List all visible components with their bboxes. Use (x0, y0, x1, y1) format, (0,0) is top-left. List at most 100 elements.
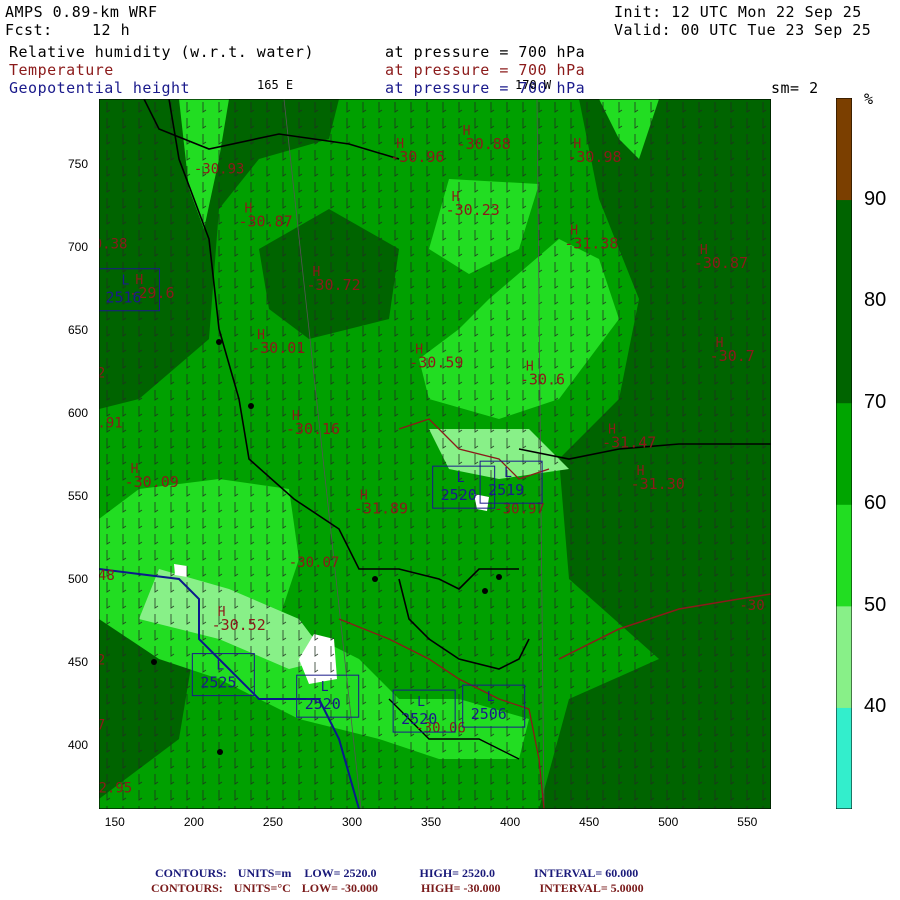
high-value: -31.47 (602, 433, 656, 451)
low-marker: L (121, 274, 129, 289)
high-value: -30.16 (286, 420, 340, 438)
footer-height-interval: INTERVAL= 60.000 (534, 866, 639, 880)
station-dot (216, 339, 222, 345)
footer-temp-label: CONTOURS: (151, 881, 223, 895)
high-value: -30.01 (251, 339, 305, 357)
high-value: -31.89 (354, 500, 408, 518)
temperature-label: -30.07 (99, 717, 105, 733)
station-dot (496, 574, 502, 580)
temperature-label: -30.38 (99, 236, 127, 252)
station-dot (151, 659, 157, 665)
rh-colorbar (836, 98, 852, 809)
low-marker: L (417, 695, 425, 710)
init-time: Init: 12 UTC Mon 22 Sep 25 (614, 3, 862, 21)
colorbar-segment (836, 199, 852, 302)
y-tick-label: 400 (68, 737, 89, 752)
footer-temp-high: HIGH= -30.000 (420, 881, 501, 895)
wind-barbs (99, 99, 771, 809)
high-value: -30.88 (457, 135, 511, 153)
map-plot: H-30.87H-29.6H-30.72H-30.01H-30.96H-30.8… (99, 99, 771, 809)
model-title: AMPS 0.89-km WRF (5, 3, 158, 21)
high-value: -31.38 (564, 234, 618, 252)
high-value: -30.23 (446, 201, 500, 219)
smoothing-label: sm= 2 (771, 79, 819, 97)
forecast-hours: 12 h (92, 21, 131, 39)
low-marker: L (504, 466, 512, 481)
temperature-label: -30.91 (99, 415, 123, 431)
x-tick-label: 200 (183, 815, 204, 829)
y-tick-label: 550 (68, 489, 89, 504)
lon-label-165e: 165 E (257, 78, 294, 92)
x-tick-label: 300 (341, 815, 363, 829)
footer-height-label: CONTOURS: (155, 866, 227, 880)
temperature-label: -30.02 (99, 366, 105, 382)
high-value: -30.72 (306, 276, 360, 294)
colorbar-level-label: 60 (864, 492, 887, 515)
colorbar-unit: % (864, 90, 874, 108)
low-value: 2525 (200, 674, 236, 692)
x-tick-label: 550 (737, 815, 758, 829)
high-value: -30.52 (212, 616, 266, 634)
y-tick-label: 600 (68, 406, 89, 421)
y-tick-label: 750 (68, 157, 89, 172)
low-marker: L (457, 471, 465, 486)
footer-height-contours: CONTOURS: UNITS=m LOW= 2520.0 HIGH= 2520… (155, 866, 638, 881)
low-marker: L (321, 680, 329, 695)
y-tick-label: 500 (68, 572, 89, 587)
colorbar-segment (836, 504, 852, 607)
high-value: -30.7 (710, 347, 755, 365)
high-value: -30.59 (409, 354, 463, 372)
field-height-level: at pressure = 700 hPa (385, 79, 586, 97)
colorbar-level-label: 90 (864, 187, 887, 210)
footer-temp-contours: CONTOURS: UNITS=°C LOW= -30.000 HIGH= -3… (151, 881, 644, 896)
high-value: -30.87 (238, 213, 292, 231)
x-tick-label: 500 (658, 815, 679, 829)
station-dot (248, 403, 254, 409)
field-height-name: Geopotential height (9, 79, 191, 97)
footer-height-high: HIGH= 2520.0 (419, 866, 496, 880)
high-value: -30.98 (567, 148, 621, 166)
temperature-label: -32.95 (99, 780, 132, 796)
colorbar-level-label: 40 (864, 695, 887, 718)
lon-label-170w: 170 W (515, 78, 552, 92)
footer-height-low: LOW= 2520.0 (304, 866, 377, 880)
footer-temp-interval: INTERVAL= 5.0000 (539, 881, 644, 895)
high-value: -30.96 (390, 148, 444, 166)
low-value: 2519 (488, 481, 524, 499)
x-tick-label: 150 (104, 815, 125, 829)
station-dot (372, 576, 378, 582)
field-temp-name: Temperature (9, 61, 114, 79)
colorbar-segment (836, 707, 852, 809)
x-tick-label: 400 (500, 815, 521, 829)
x-tick-label: 350 (421, 815, 442, 829)
x-tick-label: 450 (579, 815, 600, 829)
valid-time: Valid: 00 UTC Tue 23 Sep 25 (614, 21, 872, 39)
high-value: -30.6 (520, 370, 565, 388)
temperature-label: -30.93 (194, 162, 245, 178)
colorbar-level-label: 80 (864, 289, 887, 312)
temperature-label: -30.42 (99, 653, 105, 669)
forecast-label: Fcst: (5, 21, 53, 39)
high-value: -30.87 (694, 254, 748, 272)
colorbar-segment (836, 98, 852, 201)
temperature-label: -30 (739, 598, 764, 614)
colorbar-segment (836, 402, 852, 505)
y-tick-label: 650 (68, 323, 89, 338)
low-value: 2520 (305, 695, 341, 713)
temperature-label: -30.07 (289, 555, 340, 571)
footer-height-units: UNITS=m (237, 866, 292, 880)
y-tick-label: 450 (68, 655, 89, 670)
footer-temp-low: LOW= -30.000 (301, 881, 378, 895)
field-rh-name: Relative humidity (w.r.t. water) (9, 43, 314, 61)
colorbar-level-label: 70 (864, 390, 887, 413)
colorbar-level-label: 50 (864, 593, 887, 616)
low-value: 2506 (471, 705, 507, 723)
station-dot (217, 749, 223, 755)
colorbar-segment (836, 605, 852, 708)
high-value: -31.30 (631, 475, 685, 493)
low-marker: L (487, 690, 495, 705)
footer-temp-units: UNITS=°C (233, 881, 291, 895)
temperature-label: -30.48 (99, 568, 115, 584)
x-tick-label: 250 (262, 815, 283, 829)
low-value: 2516 (105, 289, 141, 307)
